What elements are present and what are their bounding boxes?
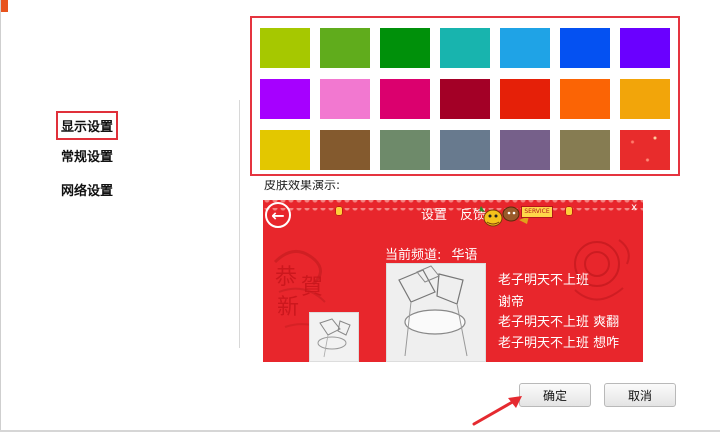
album-art-small (309, 312, 359, 362)
song-item[interactable]: 老子明天不上班 爽翻 (498, 311, 619, 330)
kite-sketch-icon (317, 318, 351, 358)
red-arrow-icon (472, 396, 522, 426)
channel-name: 华语 (451, 248, 478, 263)
skin-swatch[interactable] (620, 130, 670, 170)
preview-close-icon[interactable]: x (631, 202, 637, 213)
skin-swatch[interactable] (260, 130, 310, 170)
song-item[interactable]: 老子明天不上班 (498, 269, 589, 288)
skin-swatch[interactable] (380, 28, 430, 68)
back-arrow-icon[interactable]: ← (265, 202, 291, 228)
skin-swatch[interactable] (440, 130, 490, 170)
svg-text:新: 新 (277, 295, 299, 320)
service-banner: SERVICE (521, 206, 553, 218)
skin-swatch[interactable] (560, 130, 610, 170)
skin-swatch[interactable] (440, 28, 490, 68)
window-left-border (0, 0, 1, 432)
album-art-large (386, 263, 486, 362)
preview-label: 皮肤效果演示: (264, 178, 341, 192)
skin-swatch[interactable] (500, 130, 550, 170)
skin-swatch[interactable] (320, 79, 370, 119)
skin-swatch[interactable] (500, 79, 550, 119)
song-item[interactable]: 谢帝 (498, 291, 524, 310)
skin-swatch[interactable] (620, 79, 670, 119)
sidebar-item-network[interactable]: 网络设置 (61, 180, 113, 199)
skin-swatch[interactable] (440, 79, 490, 119)
svg-text:恭: 恭 (275, 265, 297, 290)
skin-swatch[interactable] (380, 79, 430, 119)
preview-tab-settings[interactable]: 设置 (421, 204, 447, 223)
lace-border (263, 200, 643, 214)
channel-prefix: 当前频道: (385, 248, 442, 263)
skin-swatch[interactable] (260, 79, 310, 119)
lantern-icon (335, 206, 343, 216)
skin-swatch[interactable] (560, 79, 610, 119)
sidebar-item-display[interactable]: 显示设置 (55, 111, 119, 140)
skin-swatch[interactable] (380, 130, 430, 170)
lantern-icon (565, 206, 573, 216)
song-item[interactable]: 老子明天不上班 想咋 (498, 332, 619, 351)
sidebar-item-general[interactable]: 常规设置 (61, 146, 113, 165)
skin-swatch[interactable] (320, 28, 370, 68)
current-channel: 当前频道: 华语 (385, 244, 478, 263)
skin-preview: ← 设置 反馈 SERVICE x 恭 賀 新 当前频道: 华语 老子明天不上班… (263, 200, 643, 362)
skin-swatch[interactable] (500, 28, 550, 68)
cancel-button[interactable]: 取消 (604, 383, 676, 407)
skin-swatch[interactable] (560, 28, 610, 68)
svg-text:賀: 賀 (301, 275, 323, 300)
sidebar-divider (239, 100, 240, 348)
app-corner-accent (0, 0, 8, 12)
skin-swatch[interactable] (620, 28, 670, 68)
skin-swatch[interactable] (260, 28, 310, 68)
skin-swatch[interactable] (320, 130, 370, 170)
kite-sketch-icon (398, 265, 468, 357)
